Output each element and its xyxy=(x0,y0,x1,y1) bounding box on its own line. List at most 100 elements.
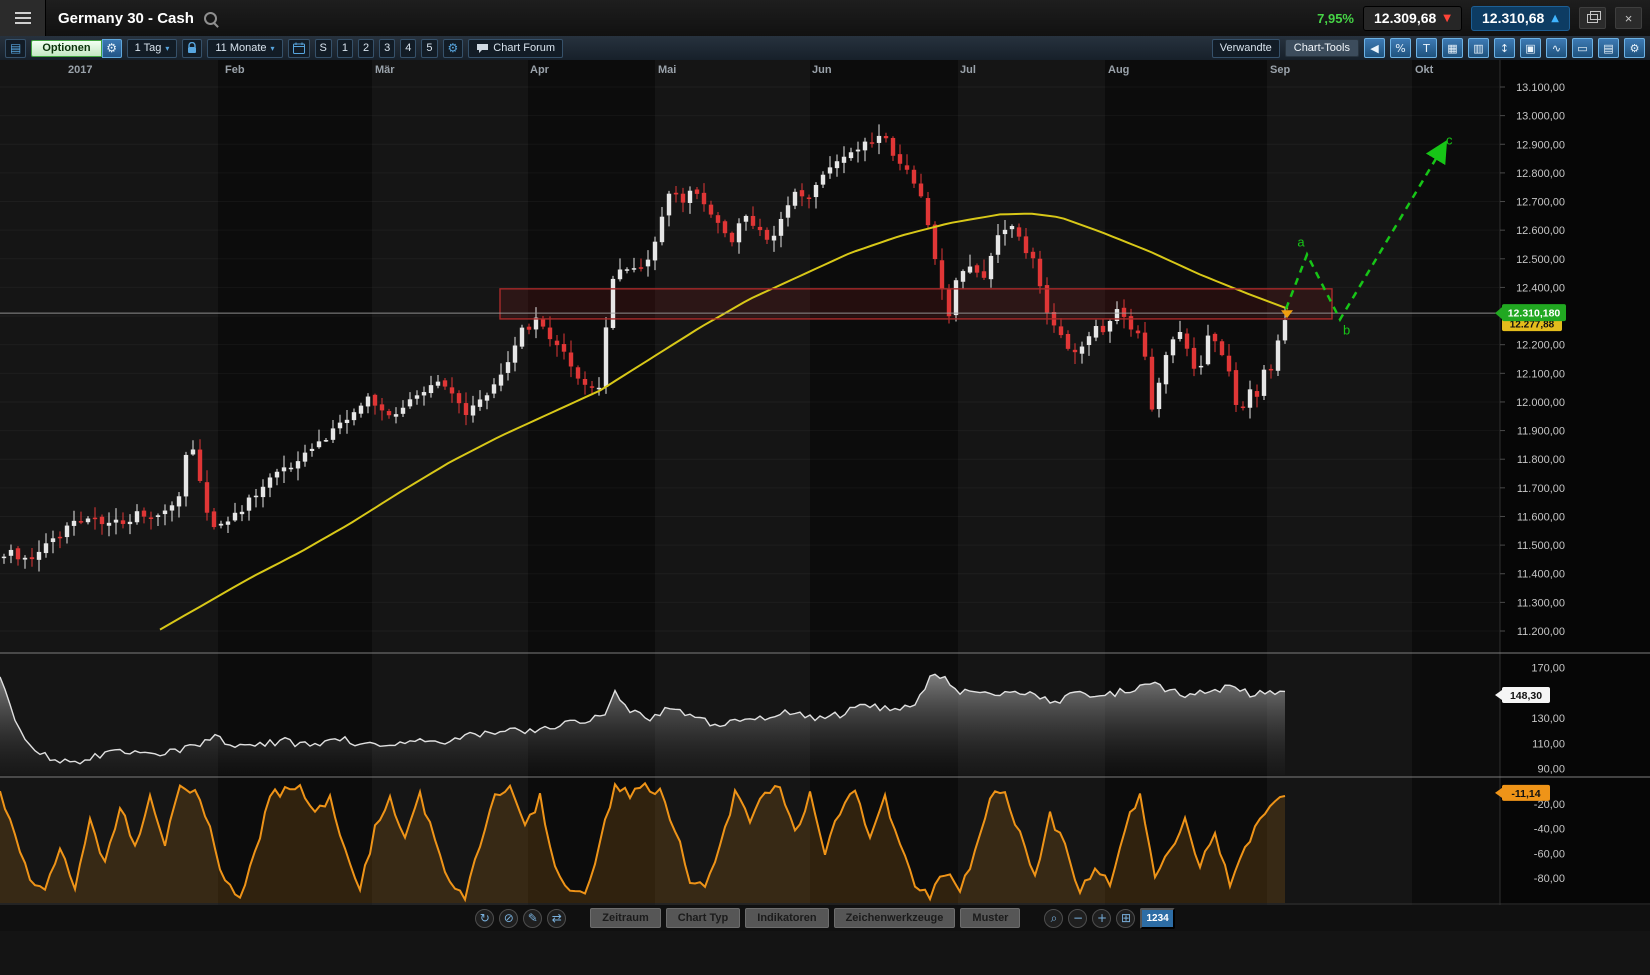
svg-text:12.100,00: 12.100,00 xyxy=(1516,368,1565,380)
value-labels-icon[interactable]: 1234 xyxy=(1140,908,1174,929)
sell-price-button[interactable]: 12.309,68 ▼ xyxy=(1363,6,1462,31)
sell-price: 12.309,68 xyxy=(1374,10,1436,26)
svg-text:-11,14: -11,14 xyxy=(1511,788,1540,800)
chart-tools-icon-group: ◀%T▦▥↕▣∿▭▤⚙ xyxy=(1364,38,1645,58)
lock-icon[interactable] xyxy=(182,39,202,58)
options-gear-icon[interactable]: ⚙ xyxy=(102,39,122,58)
current-price-label: 12.310,180 xyxy=(1495,304,1566,321)
svg-text:12.277,88: 12.277,88 xyxy=(1510,320,1555,331)
price-down-icon: ▼ xyxy=(1443,13,1451,24)
svg-text:12.800,00: 12.800,00 xyxy=(1516,168,1565,180)
menu-zeitraum[interactable]: Zeitraum xyxy=(590,908,660,928)
chart-panel-icon[interactable]: ▤ xyxy=(5,39,26,58)
svg-text:12.900,00: 12.900,00 xyxy=(1516,139,1565,151)
crosshair-icon[interactable]: ↕ xyxy=(1494,38,1515,58)
svg-text:170,00: 170,00 xyxy=(1531,663,1565,675)
chart-toolbar: ▤ Optionen ⚙ 1 Tag▾ 11 Monate▾ S 12345 ⚙ xyxy=(0,36,1650,61)
zoom-level-5[interactable]: 5 xyxy=(421,39,437,58)
zoom-out-icon[interactable]: − xyxy=(1068,909,1087,928)
chart-tools-label[interactable]: Chart-Tools xyxy=(1285,39,1359,57)
svg-text:11.800,00: 11.800,00 xyxy=(1517,454,1565,466)
back-icon[interactable]: ◀ xyxy=(1364,38,1385,58)
candlestick-type-icon[interactable]: ▥ xyxy=(1468,38,1489,58)
zoom-level-2[interactable]: 2 xyxy=(358,39,374,58)
drawing-mode-icons: ↻ ⊘ ✎ ⇄ xyxy=(475,909,566,928)
svg-text:Feb: Feb xyxy=(225,64,245,76)
menu-indikatoren[interactable]: Indikatoren xyxy=(745,908,828,928)
chart-area: 2017FebMärAprMaiJunJulAugSepOktabc13.100… xyxy=(0,60,1650,905)
reset-zoom-icon[interactable]: ↻ xyxy=(475,909,494,928)
svg-text:11.400,00: 11.400,00 xyxy=(1517,569,1565,581)
disable-drawing-icon[interactable]: ⊘ xyxy=(499,909,518,928)
svg-text:12.200,00: 12.200,00 xyxy=(1516,340,1565,352)
zoom-level-4[interactable]: 4 xyxy=(400,39,416,58)
range-dropdown[interactable]: 11 Monate▾ xyxy=(207,39,282,58)
trendline-icon[interactable]: ∿ xyxy=(1546,38,1567,58)
pencil-icon[interactable]: ✎ xyxy=(523,909,542,928)
svg-text:12.700,00: 12.700,00 xyxy=(1516,197,1565,209)
close-window-icon[interactable]: × xyxy=(1615,7,1642,29)
fit-view-icon[interactable]: ⊞ xyxy=(1116,909,1135,928)
svg-text:148,30: 148,30 xyxy=(1510,690,1542,702)
svg-text:90,00: 90,00 xyxy=(1537,764,1565,776)
chart-forum-button[interactable]: Chart Forum xyxy=(468,39,563,58)
text-size-icon[interactable]: T xyxy=(1416,38,1437,58)
menu-icon[interactable] xyxy=(0,0,46,36)
gridlines-icon[interactable]: ▦ xyxy=(1442,38,1463,58)
options-button[interactable]: Optionen xyxy=(31,40,101,57)
snapshot-button[interactable]: S xyxy=(315,39,332,58)
rectangle-tool-icon[interactable]: ▭ xyxy=(1572,38,1593,58)
svg-text:11.200,00: 11.200,00 xyxy=(1517,626,1565,638)
svg-text:Jul: Jul xyxy=(960,64,976,76)
menu-chart-typ[interactable]: Chart Typ xyxy=(666,908,741,928)
settings-gear-icon[interactable]: ⚙ xyxy=(443,39,464,58)
restore-window-icon[interactable] xyxy=(1579,7,1606,29)
svg-text:Jun: Jun xyxy=(812,64,832,76)
svg-text:110,00: 110,00 xyxy=(1532,738,1565,750)
svg-text:Sep: Sep xyxy=(1270,64,1290,76)
svg-text:-40,00: -40,00 xyxy=(1534,824,1565,836)
svg-text:12.600,00: 12.600,00 xyxy=(1516,225,1565,237)
instrument-title: Germany 30 - Cash xyxy=(58,10,194,27)
svg-text:-60,00: -60,00 xyxy=(1534,848,1565,860)
menu-muster[interactable]: Muster xyxy=(960,908,1020,928)
percent-scale-icon[interactable]: % xyxy=(1390,38,1411,58)
calendar-icon[interactable] xyxy=(288,39,310,58)
svg-text:12.500,00: 12.500,00 xyxy=(1516,254,1565,266)
svg-text:Mai: Mai xyxy=(658,64,676,76)
zoom-tool-icon[interactable]: ⌕ xyxy=(1044,909,1063,928)
svg-text:Apr: Apr xyxy=(530,64,550,76)
zoom-in-icon[interactable]: + xyxy=(1092,909,1111,928)
buy-price: 12.310,68 xyxy=(1482,10,1544,26)
title-bar: Germany 30 - Cash 7,95% 12.309,68 ▼ 12.3… xyxy=(0,0,1650,37)
verwandte-button[interactable]: Verwandte xyxy=(1212,39,1280,58)
svg-text:Mär: Mär xyxy=(375,64,395,76)
print-icon[interactable]: ▤ xyxy=(1598,38,1619,58)
menu-zeichenwerkzeuge[interactable]: Zeichenwerkzeuge xyxy=(834,908,956,928)
svg-text:13.000,00: 13.000,00 xyxy=(1516,111,1565,123)
zoom-level-1[interactable]: 1 xyxy=(337,39,353,58)
svg-text:11.300,00: 11.300,00 xyxy=(1517,597,1565,609)
zoom-icons: ⌕−+ ⊞ 1234 xyxy=(1044,908,1174,929)
svg-text:12.400,00: 12.400,00 xyxy=(1516,282,1565,294)
zoom-level-3[interactable]: 3 xyxy=(379,39,395,58)
sync-charts-icon[interactable]: ⇄ xyxy=(547,909,566,928)
window-footer xyxy=(0,931,1650,975)
svg-text:13.100,00: 13.100,00 xyxy=(1516,82,1565,94)
chart-settings-icon[interactable]: ⚙ xyxy=(1624,38,1645,58)
svg-text:a: a xyxy=(1297,234,1305,249)
zoom-level-buttons: 12345 xyxy=(337,39,438,58)
svg-text:Okt: Okt xyxy=(1415,64,1434,76)
compare-windows-icon[interactable]: ▣ xyxy=(1520,38,1541,58)
price-up-icon: ▲ xyxy=(1551,13,1559,24)
svg-text:11.700,00: 11.700,00 xyxy=(1517,483,1565,495)
buy-price-button[interactable]: 12.310,68 ▲ xyxy=(1471,6,1570,31)
period-dropdown[interactable]: 1 Tag▾ xyxy=(127,39,178,58)
svg-text:b: b xyxy=(1343,322,1350,337)
price-chart-canvas[interactable]: 2017FebMärAprMaiJunJulAugSepOktabc13.100… xyxy=(0,60,1650,905)
svg-text:130,00: 130,00 xyxy=(1531,713,1565,725)
trading-app-window: Germany 30 - Cash 7,95% 12.309,68 ▼ 12.3… xyxy=(0,0,1650,975)
svg-text:12.310,180: 12.310,180 xyxy=(1508,308,1561,320)
search-icon[interactable] xyxy=(204,12,217,25)
svg-text:Aug: Aug xyxy=(1108,64,1129,76)
